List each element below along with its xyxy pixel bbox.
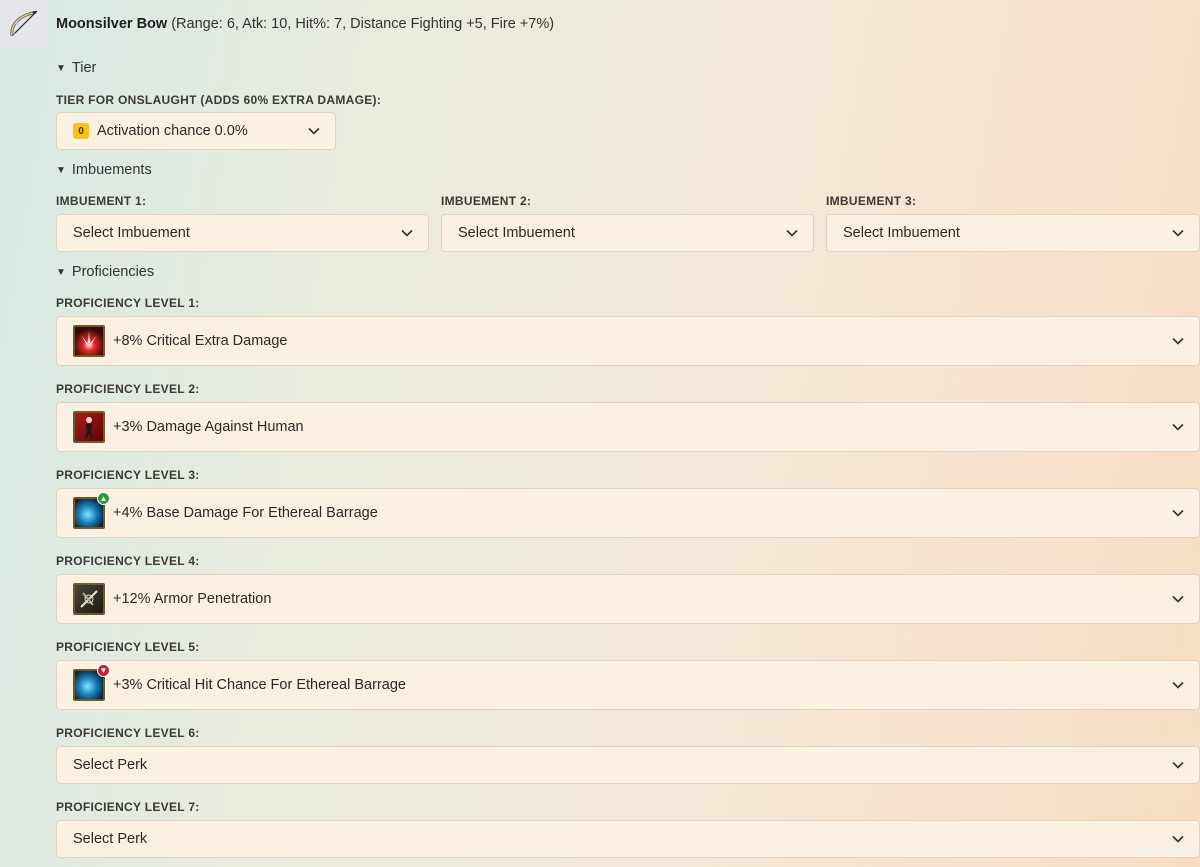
tier-select-value: Activation chance 0.0%: [97, 123, 248, 139]
proficiency-1-select[interactable]: +8% Critical Extra Damage: [56, 316, 1200, 366]
item-header: Moonsilver Bow (Range: 6, Atk: 10, Hit%:…: [56, 14, 554, 34]
chevron-down-icon: [786, 229, 798, 237]
tier-badge: 0: [73, 123, 89, 139]
proficiency-6-value: Select Perk: [73, 757, 148, 773]
critical-damage-icon: [73, 325, 105, 357]
tier-select[interactable]: 0 Activation chance 0.0%: [56, 112, 336, 150]
human-target-icon: [73, 411, 105, 443]
armor-penetration-icon: [73, 583, 105, 615]
tier-section-title: Tier: [71, 60, 97, 76]
proficiency-7-label: PROFICIENCY LEVEL 7:: [56, 800, 200, 814]
collapse-triangle-icon: ▼: [56, 164, 66, 176]
imbuement-1-value: Select Imbuement: [73, 225, 190, 241]
bow-icon: [10, 10, 38, 37]
proficiency-4-label: PROFICIENCY LEVEL 4:: [56, 554, 200, 568]
proficiency-6-label: PROFICIENCY LEVEL 6:: [56, 726, 200, 740]
chevron-down-icon: [308, 127, 320, 135]
proficiency-5-value: +3% Critical Hit Chance For Ethereal Bar…: [113, 677, 406, 693]
imbuements-section-title: Imbuements: [71, 162, 152, 178]
chevron-down-icon: [1172, 337, 1184, 345]
imbuement-2-value: Select Imbuement: [458, 225, 575, 241]
collapse-triangle-icon: ▼: [56, 62, 66, 74]
imbuement-2-label: IMBUEMENT 2:: [441, 194, 532, 208]
chevron-down-icon: [1172, 509, 1184, 517]
item-name: Moonsilver Bow: [56, 16, 168, 32]
tier-label: TIER FOR ONSLAUGHT (ADDS 60% EXTRA DAMAG…: [56, 93, 382, 107]
proficiency-1-value: +8% Critical Extra Damage: [113, 333, 288, 349]
proficiencies-section-title: Proficiencies: [71, 264, 155, 280]
proficiency-2-value: +3% Damage Against Human: [113, 419, 304, 435]
item-stats: (Range: 6, Atk: 10, Hit%: 7, Distance Fi…: [171, 16, 555, 32]
target-badge-icon: ▼: [97, 664, 110, 677]
chevron-down-icon: [1172, 681, 1184, 689]
proficiencies-section-toggle[interactable]: ▼ Proficiencies: [56, 264, 154, 280]
chevron-down-icon: [1172, 595, 1184, 603]
proficiency-4-value: +12% Armor Penetration: [113, 591, 272, 607]
chevron-down-icon: [401, 229, 413, 237]
proficiency-3-select[interactable]: ▲ +4% Base Damage For Ethereal Barrage: [56, 488, 1200, 538]
collapse-triangle-icon: ▼: [56, 266, 66, 278]
imbuements-section-toggle[interactable]: ▼ Imbuements: [56, 162, 152, 178]
tier-section-toggle[interactable]: ▼ Tier: [56, 60, 96, 76]
proficiency-1-label: PROFICIENCY LEVEL 1:: [56, 296, 200, 310]
chevron-down-icon: [1172, 761, 1184, 769]
proficiency-7-select[interactable]: Select Perk: [56, 820, 1200, 858]
proficiency-3-label: PROFICIENCY LEVEL 3:: [56, 468, 200, 482]
chevron-down-icon: [1172, 229, 1184, 237]
imbuement-3-select[interactable]: Select Imbuement: [826, 214, 1200, 252]
imbuement-1-label: IMBUEMENT 1:: [56, 194, 147, 208]
proficiency-5-select[interactable]: ▼ +3% Critical Hit Chance For Ethereal B…: [56, 660, 1200, 710]
imbuement-3-label: IMBUEMENT 3:: [826, 194, 917, 208]
proficiency-5-label: PROFICIENCY LEVEL 5:: [56, 640, 200, 654]
chevron-down-icon: [1172, 423, 1184, 431]
proficiency-2-label: PROFICIENCY LEVEL 2:: [56, 382, 200, 396]
ethereal-barrage-icon: ▼: [73, 664, 110, 701]
proficiency-2-select[interactable]: +3% Damage Against Human: [56, 402, 1200, 452]
imbuement-1-select[interactable]: Select Imbuement: [56, 214, 429, 252]
proficiency-4-select[interactable]: +12% Armor Penetration: [56, 574, 1200, 624]
imbuement-3-value: Select Imbuement: [843, 225, 960, 241]
proficiency-7-value: Select Perk: [73, 831, 148, 847]
arrow-up-badge-icon: ▲: [97, 492, 110, 505]
item-icon: [0, 0, 48, 48]
chevron-down-icon: [1172, 835, 1184, 843]
proficiency-6-select[interactable]: Select Perk: [56, 746, 1200, 784]
proficiency-3-value: +4% Base Damage For Ethereal Barrage: [113, 505, 378, 521]
imbuement-2-select[interactable]: Select Imbuement: [441, 214, 814, 252]
ethereal-barrage-icon: ▲: [73, 492, 110, 529]
